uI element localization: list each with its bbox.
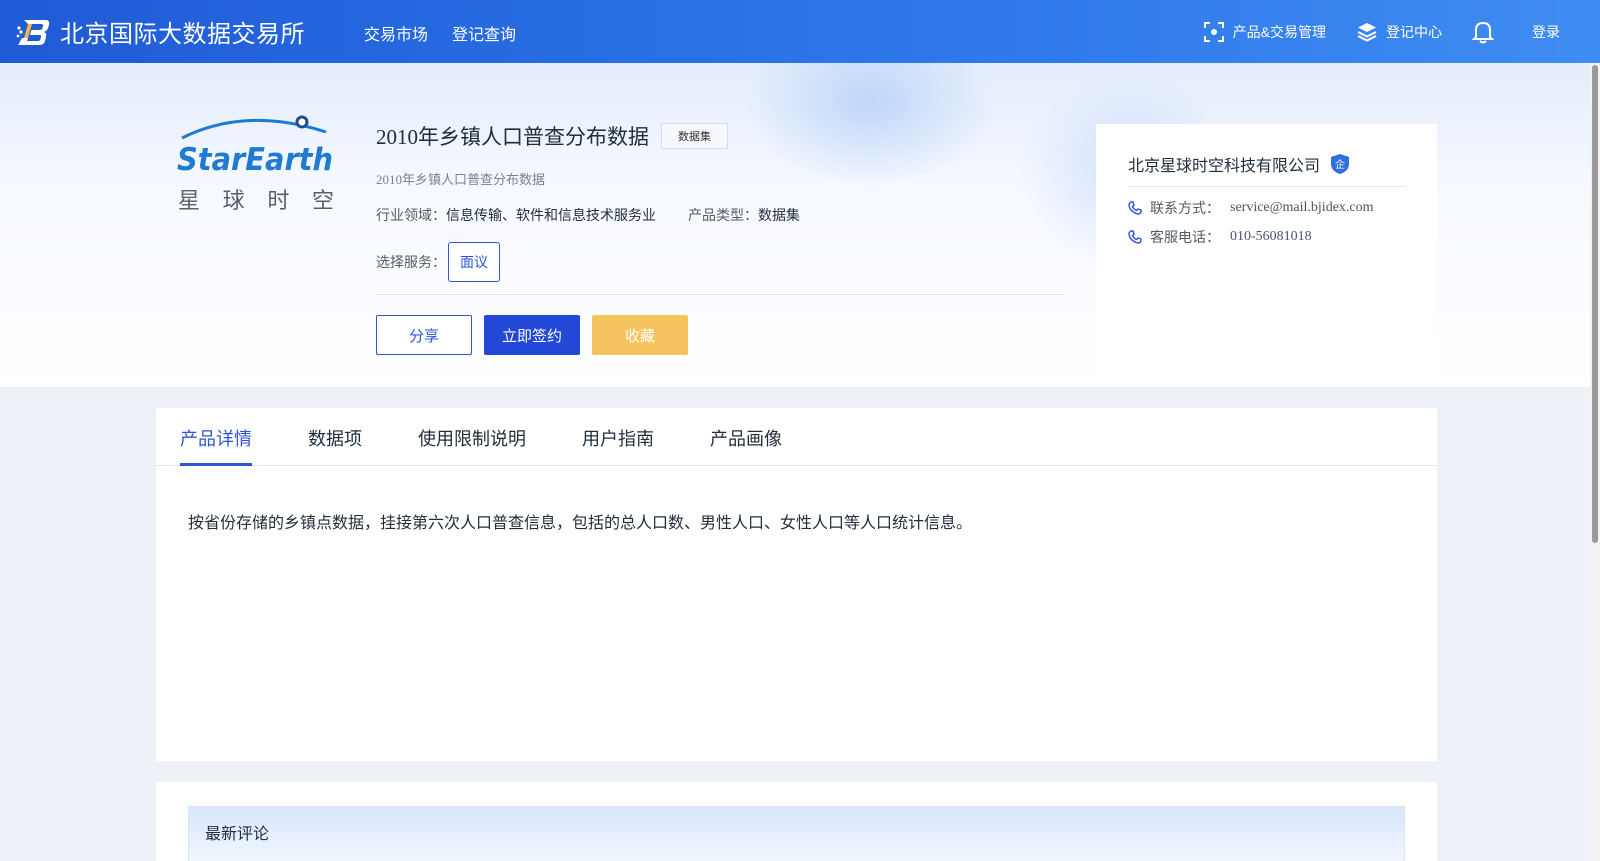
bell-icon [1472,21,1494,43]
share-button[interactable]: 分享 [376,315,472,355]
active-tab-indicator [180,463,252,466]
phone-label: 客服电话： [1150,229,1220,245]
product-type-value: 数据集 [758,207,800,223]
product-type-label: 产品类型： [688,207,758,223]
company-card: 北京星球时空科技有限公司 企 联系方式： service@mail.bjidex… [1096,124,1437,387]
contact-row: 联系方式： service@mail.bjidex.com [1128,198,1374,218]
product-title-row: 2010年乡镇人口普查分布数据 数据集 [376,121,728,151]
favorite-button[interactable]: 收藏 [592,315,688,355]
phone-row: 客服电话： 010-56081018 [1128,227,1312,247]
product-title: 2010年乡镇人口普查分布数据 [376,125,649,149]
contact-label: 联系方式： [1150,200,1220,216]
main-nav: 交易市场 登记查询 [364,21,540,45]
registration-center-link[interactable]: 登记中心 [1356,21,1442,43]
nav-registration-query[interactable]: 登记查询 [452,21,516,45]
product-description: 按省份存储的乡镇点数据，挂接第六次人口普查信息，包括的总人口数、男性人口、女性人… [188,515,973,532]
service-label: 选择服务： [376,254,446,270]
notifications-button[interactable] [1472,20,1502,44]
page-scrollbar[interactable] [1590,63,1600,861]
login-label: 登录 [1532,23,1560,40]
product-trade-mgmt-link[interactable]: 产品&交易管理 [1203,21,1326,43]
logo-text: StarEarth [177,142,333,178]
comments-header: 最新评论 [188,806,1405,861]
enterprise-badge-text: 企 [1335,158,1345,171]
registration-center-label: 登记中心 [1386,23,1442,40]
nav-trade-market[interactable]: 交易市场 [364,21,428,45]
tab-user-guide[interactable]: 用户指南 [582,425,654,451]
top-navbar: 北京国际大数据交易所 交易市场 登记查询 产品&交易管理 登记中心 登录 [0,0,1600,63]
bjidex-logo-icon [16,19,50,45]
service-option-negotiable[interactable]: 面议 [448,242,500,282]
brand-name: 北京国际大数据交易所 [60,21,305,48]
industry-value: 信息传输、软件和信息技术服务业 [446,207,656,223]
company-name[interactable]: 北京星球时空科技有限公司 [1128,152,1320,176]
product-type-field: 产品类型：数据集 [688,205,800,225]
tab-product-details[interactable]: 产品详情 [180,425,252,451]
tab-bar: 产品详情 数据项 使用限制说明 用户指南 产品画像 [156,408,1437,466]
layers-icon [1357,22,1377,42]
brand[interactable]: 北京国际大数据交易所 [16,14,305,49]
tab-product-profile[interactable]: 产品画像 [710,425,782,451]
comments-section: 最新评论 [156,782,1437,861]
hero-divider [376,294,1065,295]
industry-label: 行业领域： [376,207,446,223]
scrollbar-thumb[interactable] [1592,65,1598,543]
sign-now-button[interactable]: 立即签约 [484,315,580,355]
phone-icon [1128,201,1142,215]
service-selector: 选择服务： 面议 [376,242,500,282]
product-meta: 行业领域：信息传输、软件和信息技术服务业 产品类型：数据集 [376,205,832,225]
product-subtitle: 2010年乡镇人口普查分布数据 [376,172,546,187]
company-name-row: 北京星球时空科技有限公司 企 [1128,152,1350,176]
phone-value: 010-56081018 [1230,229,1312,244]
phone-icon [1128,230,1142,244]
industry-field: 行业领域：信息传输、软件和信息技术服务业 [376,205,656,225]
comments-title: 最新评论 [205,826,270,843]
product-detail-panel: 产品详情 数据项 使用限制说明 用户指南 产品画像 按省份存储的乡镇点数据，挂接… [156,408,1437,761]
product-trade-mgmt-label: 产品&交易管理 [1232,23,1326,40]
enterprise-badge-icon: 企 [1331,154,1350,174]
logo-cn-text: 星 球 时 空 [178,189,334,214]
contact-value: service@mail.bjidex.com [1230,200,1374,215]
scan-icon [1203,21,1224,42]
right-nav: 产品&交易管理 登记中心 登录 [1173,0,1560,63]
login-link[interactable]: 登录 [1532,22,1560,42]
starearth-logo: StarEarth 星 球 时 空 [177,115,334,214]
company-card-divider [1128,186,1405,187]
tab-data-items[interactable]: 数据项 [308,425,362,451]
tab-usage-restrictions[interactable]: 使用限制说明 [418,425,526,451]
product-type-tag: 数据集 [661,123,728,149]
